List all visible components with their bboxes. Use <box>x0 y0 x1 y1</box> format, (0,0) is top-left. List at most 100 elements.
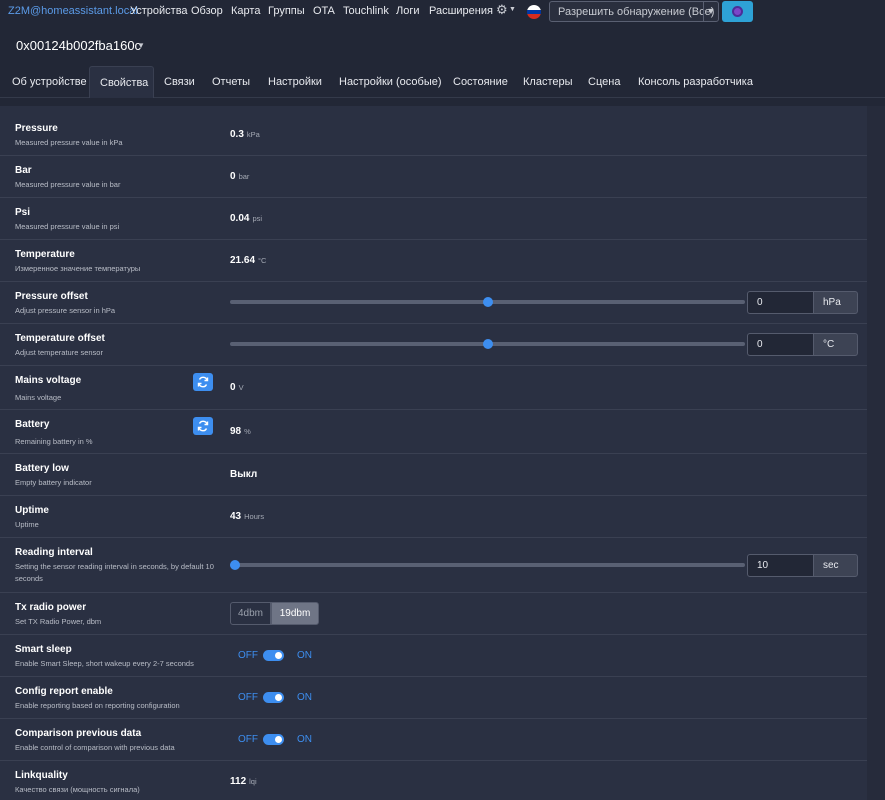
slider-thumb[interactable] <box>482 339 493 349</box>
input-value: 0 <box>757 297 763 308</box>
toggle-off-label[interactable]: OFF <box>238 734 258 745</box>
slider-thumb[interactable] <box>482 297 493 307</box>
unit-label: hPa <box>823 297 841 308</box>
row-pressure: Pressure Measured pressure value in kPa … <box>0 114 867 156</box>
smart-sleep-toggle[interactable] <box>263 650 284 661</box>
nav-groups[interactable]: Группы <box>268 5 305 17</box>
property-title: Linkquality <box>15 770 68 781</box>
value-unit: V <box>238 383 244 392</box>
gear-icon[interactable]: ⚙ <box>496 2 508 18</box>
chevron-down-icon[interactable]: ▼ <box>703 2 718 21</box>
toggle-off-label[interactable]: OFF <box>238 692 258 703</box>
value-number: 0.04 <box>230 213 250 224</box>
property-title: Reading interval <box>15 547 93 558</box>
property-desc: Качество связи (мощность сигнала) <box>15 785 140 794</box>
device-tabs: Об устройстве Свойства Связи Отчеты Наст… <box>0 66 885 98</box>
comparison-toggle[interactable] <box>263 734 284 745</box>
tab-scene[interactable]: Сцена <box>588 66 620 98</box>
toggle-off-label[interactable]: OFF <box>238 650 258 661</box>
value-number: 0 <box>230 382 236 393</box>
toggle-knob <box>275 652 282 659</box>
nav-extensions[interactable]: Расширения <box>429 5 493 17</box>
property-title: Battery <box>15 419 50 430</box>
slider-thumb[interactable] <box>230 560 240 570</box>
language-flag-icon[interactable] <box>527 5 541 19</box>
tab-state[interactable]: Состояние <box>453 66 508 98</box>
reading-interval-slider[interactable] <box>230 560 745 570</box>
value-number: 98 <box>230 426 242 437</box>
property-value: 98% <box>230 426 251 437</box>
permit-join-label: Разрешить обнаружение (Все) <box>558 6 715 18</box>
scrollbar[interactable] <box>867 106 885 800</box>
tab-reporting[interactable]: Отчеты <box>212 66 250 98</box>
permit-join-dropdown[interactable]: Разрешить обнаружение (Все) ▼ <box>549 1 719 22</box>
property-title: Pressure <box>15 123 58 134</box>
top-navbar: Z2M@homeassistant.local Устройства Обзор… <box>0 0 885 24</box>
tx-option-19dbm[interactable]: 19dbm <box>271 602 319 625</box>
tab-bind[interactable]: Связи <box>164 66 195 98</box>
property-title: Smart sleep <box>15 644 72 655</box>
unit-addon: hPa <box>813 291 858 314</box>
row-config-report: Config report enable Enable reporting ba… <box>0 677 867 719</box>
property-desc: Uptime <box>15 520 39 529</box>
value-number: 112 <box>230 776 247 787</box>
property-value: 21.64 °C <box>230 255 266 266</box>
row-linkquality: Linkquality Качество связи (мощность сиг… <box>0 761 867 800</box>
config-report-toggle[interactable] <box>263 692 284 703</box>
tab-dev-console[interactable]: Консоль разработчика <box>638 66 753 98</box>
tab-about[interactable]: Об устройстве <box>12 66 90 98</box>
value-number: 0 <box>230 171 236 182</box>
properties-card: Pressure Measured pressure value in kPa … <box>0 106 885 800</box>
property-title: Config report enable <box>15 686 113 697</box>
property-value: 0V <box>230 382 244 393</box>
tx-option-4dbm[interactable]: 4dbm <box>230 602 271 625</box>
property-title: Pressure offset <box>15 291 88 302</box>
toggle-on-label[interactable]: ON <box>297 650 312 661</box>
nav-logs[interactable]: Логи <box>396 5 420 17</box>
value-unit: Hours <box>244 512 265 521</box>
flag-stripe-red <box>527 14 541 19</box>
toggle-on-label[interactable]: ON <box>297 692 312 703</box>
row-bar: Bar Measured pressure value in bar 0 bar <box>0 156 867 198</box>
chevron-down-icon[interactable]: ▼ <box>509 6 516 13</box>
pressure-offset-input[interactable]: 0 <box>747 291 814 314</box>
refresh-button[interactable] <box>193 373 213 391</box>
tab-properties[interactable]: Свойства <box>89 66 154 98</box>
pressure-offset-slider[interactable] <box>230 297 745 307</box>
property-value: 112 lqi <box>230 776 257 787</box>
device-title[interactable]: 0x00124b002fba160c <box>16 38 141 53</box>
row-pressure-offset: Pressure offset Adjust pressure sensor i… <box>0 282 867 324</box>
nav-dashboard[interactable]: Обзор <box>191 5 223 17</box>
property-desc: Enable reporting based on reporting conf… <box>15 701 180 710</box>
tab-settings[interactable]: Настройки <box>268 66 322 98</box>
property-desc: Remaining battery in % <box>15 437 93 446</box>
permit-join-button[interactable] <box>722 1 753 22</box>
row-mains-voltage: Mains voltage Mains voltage 0V <box>0 366 867 410</box>
unit-addon: sec <box>813 554 858 577</box>
row-reading-interval: Reading interval Setting the sensor read… <box>0 538 867 593</box>
property-value: 0.3 kPa <box>230 129 260 140</box>
value-number: 21.64 <box>230 255 256 266</box>
tab-clusters[interactable]: Кластеры <box>523 66 573 98</box>
input-value: 0 <box>757 339 763 350</box>
refresh-icon <box>197 420 209 432</box>
chevron-down-icon[interactable]: ▼ <box>137 41 145 50</box>
nav-ota[interactable]: OTA <box>313 5 335 17</box>
refresh-button[interactable] <box>193 417 213 435</box>
nav-touchlink[interactable]: Touchlink <box>343 5 389 17</box>
tab-settings-specific[interactable]: Настройки (особые) <box>339 66 442 98</box>
toggle-knob <box>275 736 282 743</box>
row-battery: Battery Remaining battery in % 98% <box>0 410 867 454</box>
reading-interval-input[interactable]: 10 <box>747 554 814 577</box>
property-desc: Adjust pressure sensor in hPa <box>15 306 116 315</box>
temperature-offset-input[interactable]: 0 <box>747 333 814 356</box>
nav-map[interactable]: Карта <box>231 5 260 17</box>
brand-link[interactable]: Z2M@homeassistant.local <box>8 5 138 17</box>
temperature-offset-slider[interactable] <box>230 339 745 349</box>
property-title: Battery low <box>15 463 69 474</box>
property-desc: Setting the sensor reading interval in s… <box>15 562 214 583</box>
toggle-on-label[interactable]: ON <box>297 734 312 745</box>
nav-devices[interactable]: Устройства <box>130 5 188 17</box>
property-value: 43 Hours <box>230 511 264 522</box>
row-temperature: Temperature Измеренное значение температ… <box>0 240 867 282</box>
